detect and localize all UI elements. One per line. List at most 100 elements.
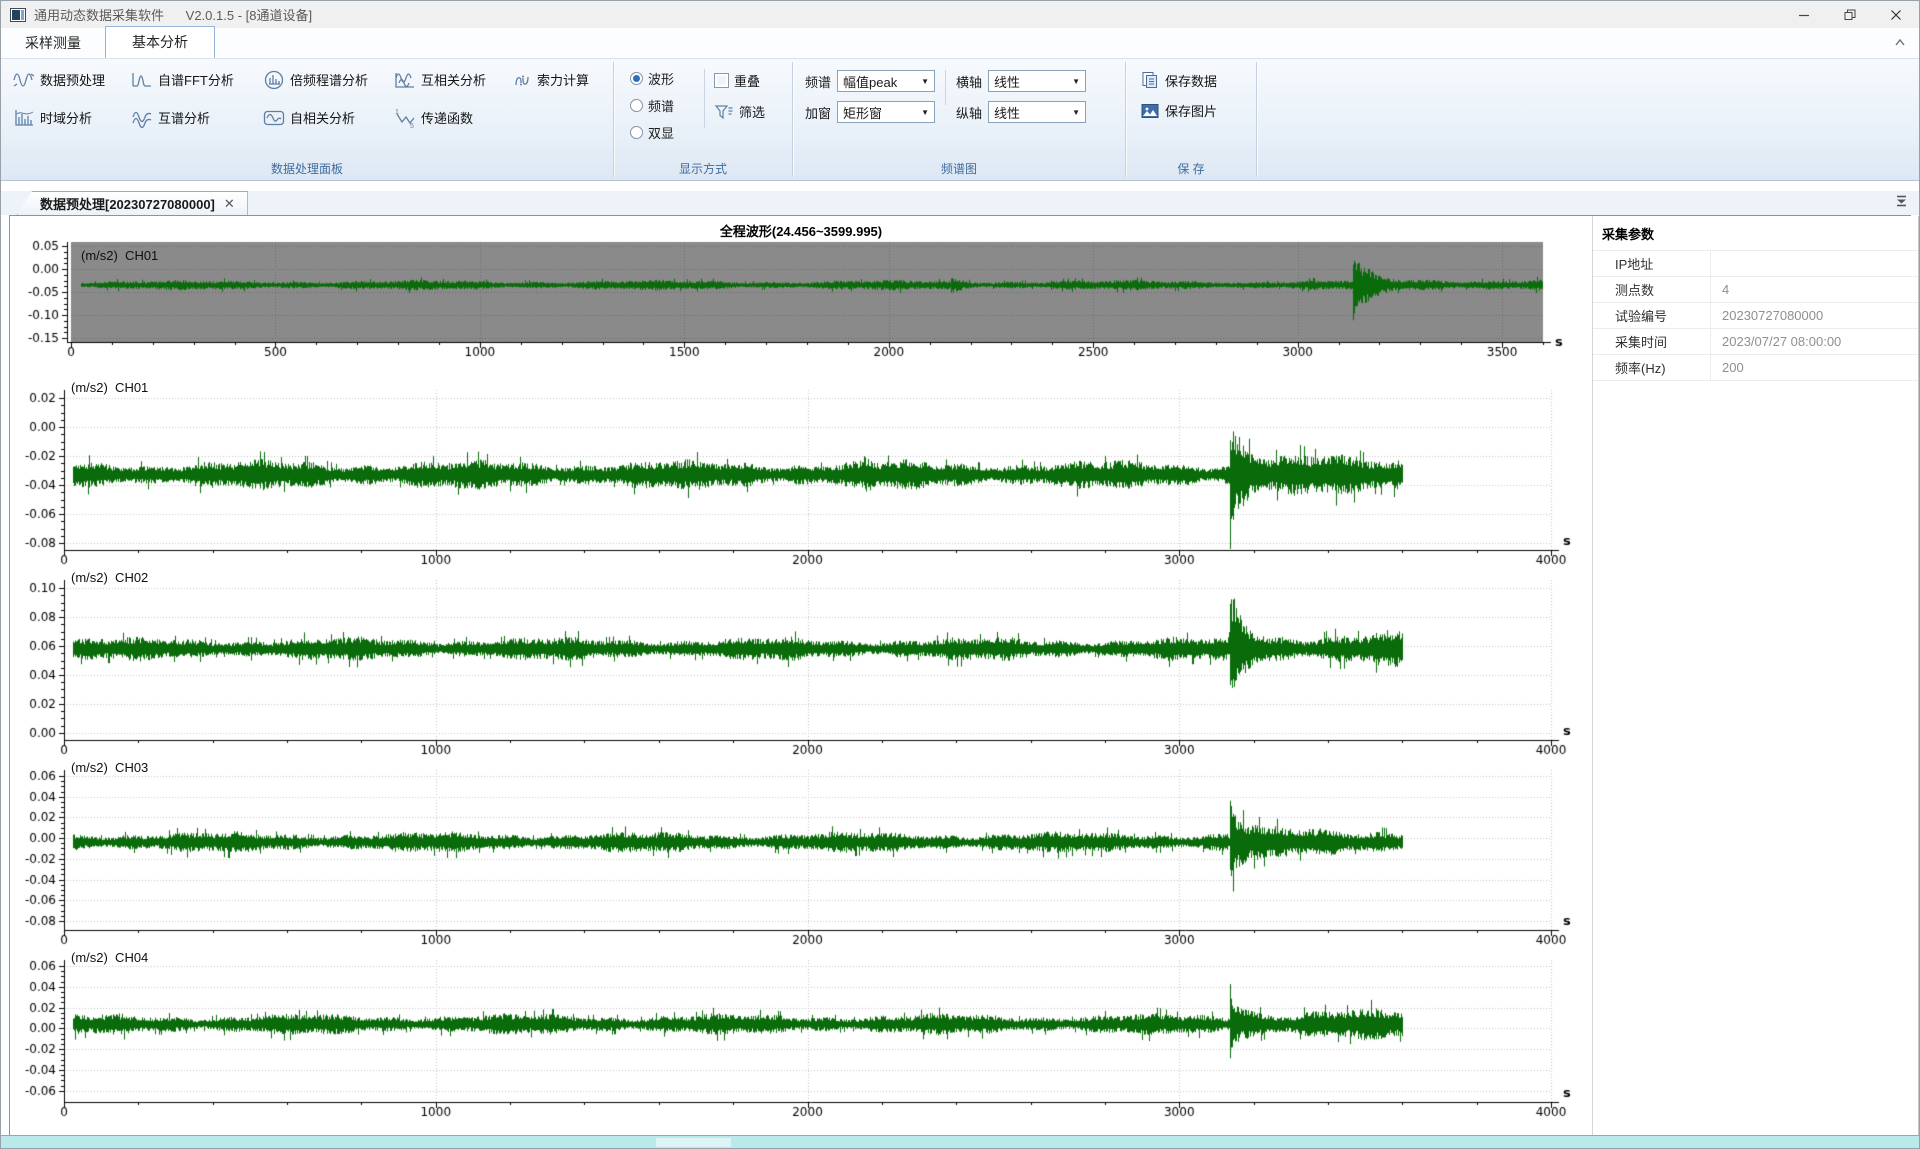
channel-label-ch02: (m/s2) CH02 <box>71 570 148 585</box>
window-function-dropdown[interactable]: 矩形窗▼ <box>837 101 935 123</box>
radio-label: 频谱 <box>648 96 674 115</box>
param-row-采集时间: 采集时间2023/07/27 08:00:00 <box>1593 329 1918 355</box>
x-axis-scale-dropdown[interactable]: 线性▼ <box>988 70 1086 92</box>
overlay-checkbox[interactable] <box>714 73 729 88</box>
app-icon <box>10 8 26 22</box>
chevron-down-icon: ▼ <box>1072 108 1080 117</box>
waveform-canvas-ch01[interactable] <box>11 380 1591 570</box>
params-table: IP地址测点数4试验编号20230727080000采集时间2023/07/27… <box>1593 250 1918 381</box>
ribbon-button-time-domain-analysis[interactable]: 时域分析 <box>13 108 131 128</box>
tab-basic-analysis[interactable]: 基本分析 <box>105 26 215 58</box>
ribbon-button-cross-spectrum-analysis[interactable]: 互谱分析 <box>131 108 263 128</box>
ribbon-button-label: 倍频程谱分析 <box>290 70 368 89</box>
chevron-down-icon: ▼ <box>921 108 929 117</box>
group-label-spectrum-chart: 频谱图 <box>793 160 1125 177</box>
menubar: 采样测量 基本分析 <box>1 28 1919 58</box>
waveform-canvas-overview[interactable] <box>11 236 1591 378</box>
radio-waveform-icon[interactable] <box>630 72 643 85</box>
transfer-function-icon: 15 <box>394 108 416 128</box>
dropdown-value: 线性 <box>994 103 1020 122</box>
radio-label: 双显 <box>648 123 674 142</box>
ribbon-button-auto-correlation-analysis[interactable]: 自相关分析 <box>263 108 394 128</box>
field-label: 横轴 <box>956 72 982 91</box>
tab-list-button[interactable] <box>1895 194 1908 210</box>
ribbon-button-cross-correlation-analysis[interactable]: 互相关分析 <box>394 70 512 90</box>
cross-spectrum-icon <box>131 108 153 128</box>
document-tab-label: 数据预处理[20230727080000] <box>40 194 215 213</box>
ribbon-button-cable-force-calc[interactable]: 索力计算 <box>512 70 589 90</box>
radio-spectrum-icon[interactable] <box>630 99 643 112</box>
toggle-label: 重叠 <box>734 71 760 90</box>
ribbon-button-octave-spectrum-analysis[interactable]: 倍频程谱分析 <box>263 70 394 90</box>
param-value: 4 <box>1711 282 1729 297</box>
checkbox-overlay[interactable]: 重叠 <box>714 71 765 90</box>
radio-option-spectrum[interactable]: 频谱 <box>630 96 702 115</box>
param-label: IP地址 <box>1593 251 1711 276</box>
field-x-axis-scale: 横轴线性▼ <box>956 70 1086 92</box>
waveform-canvas-ch02[interactable] <box>11 570 1591 760</box>
ribbon-button-save-image[interactable]: 保存图片 <box>1140 101 1256 120</box>
minimize-button[interactable] <box>1781 1 1827 28</box>
ribbon-button-label: 传递函数 <box>421 108 473 127</box>
chart-area: 全程波形(24.456~3599.995) (m/s2) CH01(m/s2) … <box>11 216 1591 1138</box>
group-label-data-processing: 数据处理面板 <box>1 160 613 177</box>
ribbon-button-data-preprocess[interactable]: 数据预处理 <box>13 70 131 90</box>
waveform-chart-overview: (m/s2) CH01 <box>11 236 1591 378</box>
titlebar: 通用动态数据采集软件 V2.0.1.5 - [8通道设备] <box>1 1 1919 28</box>
field-spectrum-type: 频谱幅值peak▼ <box>805 70 935 92</box>
waveform-canvas-ch03[interactable] <box>11 760 1591 950</box>
restore-button[interactable] <box>1827 1 1873 28</box>
tab-sampling-measure[interactable]: 采样测量 <box>1 28 105 58</box>
octave-icon <box>263 70 285 90</box>
spectrum-type-dropdown[interactable]: 幅值peak▼ <box>837 70 935 92</box>
ribbon-collapse-button[interactable] <box>1893 36 1907 51</box>
spectrum-fields-right: 横轴线性▼纵轴线性▼ <box>956 70 1086 123</box>
ribbon-button-save-data[interactable]: 保存数据 <box>1140 70 1256 90</box>
param-row-试验编号: 试验编号20230727080000 <box>1593 303 1918 329</box>
fft-icon <box>131 70 153 90</box>
ribbon-group-data-processing: 数据预处理自谱FFT分析 倍频程谱分析 互相关分析 索力计算 时域分析互谱分析自相关分… <box>1 59 613 180</box>
group-label-save: 保 存 <box>1126 160 1256 177</box>
minimize-icon <box>1798 9 1810 21</box>
param-value: 200 <box>1711 360 1744 375</box>
param-row-测点数: 测点数4 <box>1593 277 1918 303</box>
ribbon-button-label: 互相关分析 <box>421 70 486 89</box>
param-label: 采集时间 <box>1593 329 1711 354</box>
field-y-axis-scale: 纵轴线性▼ <box>956 101 1086 123</box>
ribbon: 数据预处理自谱FFT分析 倍频程谱分析 互相关分析 索力计算 时域分析互谱分析自相关分… <box>1 58 1919 181</box>
y-axis-scale-dropdown[interactable]: 线性 ▼ <box>988 101 1086 123</box>
inner-separator <box>945 70 946 105</box>
waveform-chart-ch02: (m/s2) CH02 <box>11 570 1591 760</box>
inner-separator <box>704 69 705 128</box>
radio-option-dual-display[interactable]: 双显 <box>630 123 702 142</box>
waveform-chart-ch04: (m/s2) CH04 <box>11 950 1591 1136</box>
restore-icon <box>1844 9 1856 21</box>
channel-label-ch01: (m/s2) CH01 <box>71 380 148 395</box>
ribbon-button-label: 保存数据 <box>1165 71 1217 90</box>
main-content: 全程波形(24.456~3599.995) (m/s2) CH01(m/s2) … <box>9 215 1911 1139</box>
time-domain-icon <box>13 108 35 128</box>
button-filter[interactable]: 筛选 <box>714 102 765 121</box>
application-window: { "window": { "title": "通用动态数据采集软件 V2.0.… <box>0 0 1920 1149</box>
param-label: 试验编号 <box>1593 303 1711 328</box>
params-panel-title: 采集参数 <box>1593 216 1918 250</box>
window-title: 通用动态数据采集软件 V2.0.1.5 - [8通道设备] <box>34 5 312 24</box>
ribbon-group-display-mode: 波形频谱双显 重叠筛选 显示方式 <box>614 59 792 180</box>
field-label: 频谱 <box>805 72 831 91</box>
radio-dual-display-icon[interactable] <box>630 126 643 139</box>
tab-close-icon[interactable]: ✕ <box>224 196 235 212</box>
cross-correlation-icon <box>394 70 416 90</box>
radio-option-waveform[interactable]: 波形 <box>630 69 702 88</box>
close-button[interactable] <box>1873 1 1919 28</box>
param-label: 测点数 <box>1593 277 1711 302</box>
ribbon-button-auto-fft-analysis[interactable]: 自谱FFT分析 <box>131 70 263 90</box>
document-tab-preprocess[interactable]: 数据预处理[20230727080000] ✕ <box>17 191 248 215</box>
waveform-chart-ch03: (m/s2) CH03 <box>11 760 1591 950</box>
ribbon-group-save: 保存数据保存图片 保 存 <box>1126 59 1256 180</box>
ribbon-button-transfer-function[interactable]: 15 传递函数 <box>394 108 512 128</box>
waveform-canvas-ch04[interactable] <box>11 950 1591 1136</box>
ribbon-separator <box>1256 62 1257 177</box>
chevron-up-icon <box>1893 36 1907 48</box>
param-row-IP地址: IP地址 <box>1593 251 1918 277</box>
channel-label-ch03: (m/s2) CH03 <box>71 760 148 775</box>
